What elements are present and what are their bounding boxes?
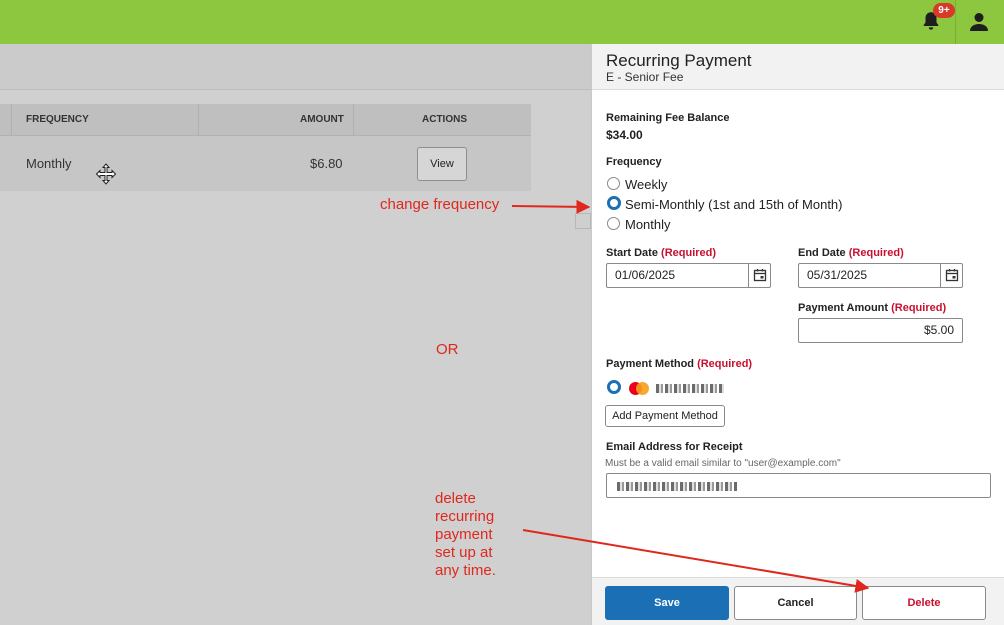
start-date-label: Start Date (Required) (606, 247, 716, 259)
email-field[interactable] (606, 473, 991, 498)
required-marker: (Required) (661, 247, 717, 259)
panel-title: Recurring Payment (606, 51, 752, 70)
annotation-delete: delete recurring payment set up at any t… (435, 490, 496, 580)
scroll-handle[interactable] (575, 213, 591, 229)
annotation-delete-line: delete (435, 490, 476, 507)
add-payment-method-button[interactable]: Add Payment Method (605, 405, 725, 427)
row-frequency: Monthly (26, 156, 72, 171)
arrow-to-frequency (511, 199, 591, 214)
required-marker: (Required) (697, 358, 753, 370)
topbar-divider (955, 0, 956, 44)
frequency-semimonthly-label[interactable]: Semi-Monthly (1st and 15th of Month) (625, 197, 843, 212)
save-button[interactable]: Save (605, 586, 729, 620)
payment-method-radio[interactable] (607, 380, 621, 394)
email-hint: Must be a valid email similar to "user@e… (605, 458, 841, 469)
table-header: FREQUENCY AMOUNT ACTIONS (0, 104, 531, 136)
mastercard-icon (629, 382, 649, 395)
annotation-change-frequency: change frequency (380, 196, 500, 213)
calendar-icon (945, 269, 959, 282)
required-marker: (Required) (848, 247, 904, 259)
row-amount: $6.80 (310, 156, 343, 171)
frequency-semimonthly-radio[interactable] (607, 196, 621, 210)
start-date-value: 01/06/2025 (615, 268, 676, 282)
page-subheader (0, 44, 591, 90)
top-bar: 9+ (0, 0, 1004, 44)
end-date-field[interactable]: 05/31/2025 (798, 263, 963, 288)
redacted-card-number (656, 384, 724, 393)
panel-header: Recurring Payment E - Senior Fee (592, 44, 1004, 90)
annotation-delete-line: any time. (435, 562, 496, 579)
frequency-weekly-label[interactable]: Weekly (625, 177, 667, 192)
end-date-label: End Date (Required) (798, 247, 904, 259)
payment-amount-label: Payment Amount (Required) (798, 302, 946, 314)
recurring-payment-panel: Recurring Payment E - Senior Fee Remaini… (591, 44, 1004, 625)
notification-badge: 9+ (933, 3, 955, 18)
calendar-icon (753, 269, 767, 282)
annotation-delete-line: set up at (435, 544, 493, 561)
delete-button[interactable]: Delete (862, 586, 986, 620)
email-label: Email Address for Receipt (606, 441, 743, 453)
remaining-balance-value: $34.00 (606, 128, 643, 142)
annotation-or: OR (436, 341, 459, 358)
payment-method-label: Payment Method (Required) (606, 358, 752, 370)
frequency-monthly-label[interactable]: Monthly (625, 217, 671, 232)
panel-subtitle: E - Senior Fee (606, 70, 684, 84)
column-separator (11, 104, 12, 136)
payment-method-label-text: Payment Method (606, 358, 695, 370)
end-date-calendar-button[interactable] (940, 264, 962, 287)
payments-table: FREQUENCY AMOUNT ACTIONS Monthly $6.80 V… (0, 104, 531, 191)
payment-amount-value: $5.00 (923, 323, 954, 337)
remaining-balance-label: Remaining Fee Balance (606, 112, 730, 124)
start-date-calendar-button[interactable] (748, 264, 770, 287)
column-separator (198, 104, 199, 136)
header-frequency: FREQUENCY (26, 114, 89, 125)
payment-amount-label-text: Payment Amount (798, 302, 889, 314)
end-date-label-text: End Date (798, 247, 846, 259)
frequency-label: Frequency (606, 156, 662, 168)
header-amount: AMOUNT (300, 114, 344, 125)
frequency-monthly-radio[interactable] (607, 217, 620, 230)
view-button[interactable]: View (417, 147, 467, 181)
header-actions: ACTIONS (422, 114, 467, 125)
annotation-delete-line: recurring (435, 508, 495, 525)
panel-footer: Save Cancel Delete (592, 577, 1004, 625)
start-date-label-text: Start Date (606, 247, 658, 259)
cancel-button[interactable]: Cancel (734, 586, 857, 620)
end-date-value: 05/31/2025 (807, 268, 868, 282)
redacted-email (617, 482, 737, 491)
required-marker: (Required) (891, 302, 947, 314)
user-icon[interactable] (967, 10, 991, 34)
payment-amount-field[interactable]: $5.00 (798, 318, 963, 343)
column-separator (353, 104, 354, 136)
move-cursor-icon (95, 163, 117, 185)
annotation-delete-line: payment (435, 526, 493, 543)
start-date-field[interactable]: 01/06/2025 (606, 263, 771, 288)
frequency-weekly-radio[interactable] (607, 177, 620, 190)
